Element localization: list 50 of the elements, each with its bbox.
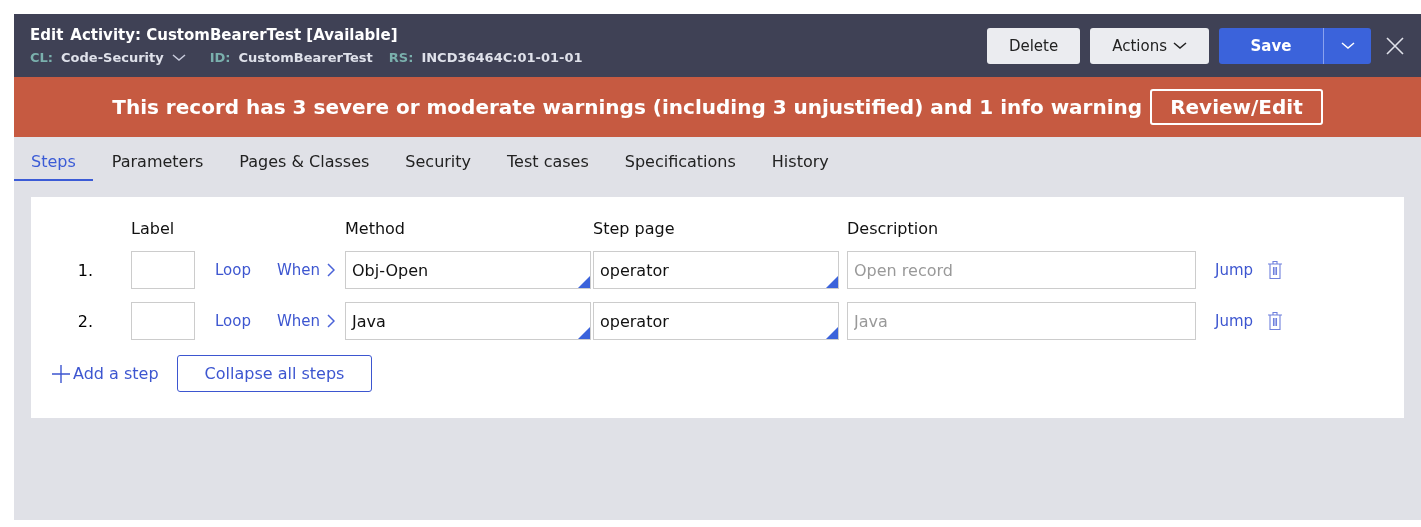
trash-icon[interactable]: [1267, 311, 1283, 331]
meta-value: CustomBearerTest: [238, 50, 373, 65]
step-number: 2.: [76, 311, 94, 331]
window-title: Activity: CustomBearerTest [Available]: [70, 26, 398, 44]
chevron-right-icon[interactable]: [327, 314, 335, 328]
delete-button[interactable]: Delete: [986, 27, 1081, 64]
column-header: Method: [345, 219, 406, 238]
when-link[interactable]: When: [277, 312, 321, 330]
collapse-all-button[interactable]: Collapse all steps: [176, 355, 373, 392]
tab[interactable]: Test cases: [490, 137, 606, 181]
chevron-down-icon: [1340, 41, 1355, 50]
close-icon[interactable]: [1385, 35, 1405, 56]
label-field[interactable]: [131, 302, 195, 340]
column-header: Description: [847, 219, 940, 238]
tab[interactable]: History: [754, 137, 846, 181]
meta-key: RS:: [388, 50, 414, 65]
column-header: Label: [131, 219, 176, 238]
meta-key: ID:: [209, 50, 231, 65]
method-field[interactable]: Java: [345, 302, 591, 340]
plus-icon: [51, 363, 71, 384]
when-link[interactable]: When: [277, 261, 321, 279]
save-button[interactable]: Save: [1219, 27, 1323, 64]
meta-dropdown[interactable]: Code-Security: [61, 50, 186, 65]
chevron-down-icon: [1173, 41, 1187, 50]
jump-link[interactable]: Jump: [1215, 312, 1254, 330]
loop-link[interactable]: Loop: [215, 261, 251, 279]
tab[interactable]: Security: [388, 137, 489, 181]
actions-button[interactable]: Actions: [1090, 27, 1209, 64]
column-header: Step page: [593, 219, 676, 238]
chevron-down-icon: [171, 53, 186, 62]
step-number: 1.: [76, 260, 94, 280]
jump-link[interactable]: Jump: [1215, 261, 1254, 279]
chevron-right-icon[interactable]: [327, 263, 335, 277]
description-field[interactable]: Open record: [847, 251, 1196, 289]
meta-value: INCD36464C:01-01-01: [421, 50, 583, 65]
add-step-link[interactable]: Add a step: [51, 363, 159, 384]
method-field[interactable]: Obj-Open: [345, 251, 591, 289]
loop-link[interactable]: Loop: [215, 312, 251, 330]
tab[interactable]: Steps: [14, 137, 93, 181]
description-field[interactable]: Java: [847, 302, 1196, 340]
tab[interactable]: Parameters: [94, 137, 221, 181]
window-title-action: Edit: [30, 26, 64, 44]
label-field[interactable]: [131, 251, 195, 289]
meta-key: CL:: [30, 50, 54, 65]
tab[interactable]: Pages & Classes: [222, 137, 387, 181]
warning-message: This record has 3 severe or moderate warnings (including 3 unjustified) and 1 info warning: [112, 95, 1143, 119]
trash-icon[interactable]: [1267, 260, 1283, 280]
tab[interactable]: Specifications: [607, 137, 753, 181]
save-options-button[interactable]: [1323, 27, 1371, 64]
review-edit-button[interactable]: Review/Edit: [1150, 89, 1323, 125]
